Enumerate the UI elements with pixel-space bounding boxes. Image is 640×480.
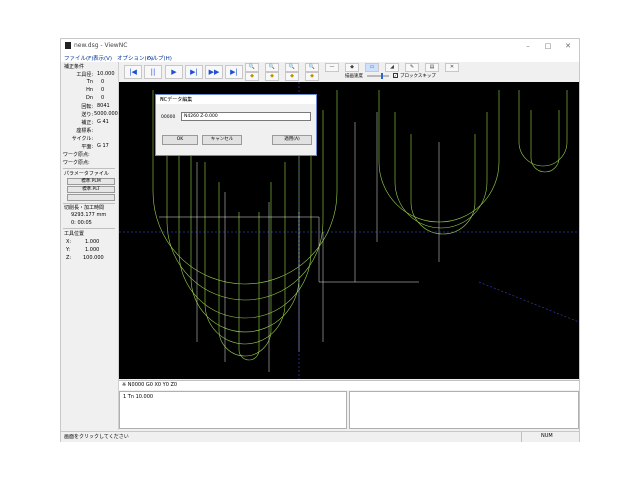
row-label: 座標系: [76, 128, 93, 134]
row-value: 0 [101, 95, 105, 101]
row-label: Dn [85, 95, 93, 101]
nc-list-pane[interactable]: 1 Tn 10.000 [119, 391, 347, 429]
zoom-area-icon[interactable]: 🔍 [305, 63, 319, 72]
solid-icon[interactable]: ◆ [345, 63, 359, 72]
snap-label: ブロックスキップ [400, 74, 436, 79]
tool-pos-title: 工具位置 [64, 231, 85, 237]
row-label: 補正: [81, 120, 93, 126]
ok-button[interactable]: OK [162, 135, 198, 145]
line-icon[interactable]: — [325, 63, 339, 72]
nc-line-bar: ※ N0000 G0 X0 Y0 Z0 [119, 380, 579, 390]
cut-time: 0: 00:05 [71, 220, 92, 226]
toolbar: |◀ || ▶ ▶| ▶▶ ▶| 🔍 🔍 🔍 🔍 — ◆ ▭ ◢ ✎ ▤ ✕ ◆… [119, 62, 579, 82]
info-panel: 補正条件 工具径: 10.000 Tn 0 Hn 0 Dn 0 回転: 8041… [61, 62, 119, 430]
zoom-in-icon[interactable]: 🔍 [245, 63, 259, 72]
apply-button[interactable]: 適用(A) [272, 135, 312, 145]
axis-label: Y: [66, 247, 71, 253]
row-label: 工具径: [76, 72, 93, 78]
axis-value: 1.000 [85, 239, 100, 245]
frame-icon[interactable]: ▭ [365, 63, 379, 72]
row-value: 5000.000 [94, 111, 118, 117]
menu-help[interactable]: ヘルプ(H) [147, 54, 172, 62]
skip-end-icon[interactable]: ▶| [225, 65, 243, 79]
cut-length: 9293.177 mm [71, 212, 107, 218]
dialog-close-button[interactable]: ✕ [160, 96, 313, 102]
view-top-icon[interactable]: ◆ [285, 72, 299, 81]
row-label: Tn [86, 79, 93, 85]
nc-line-text: ※ N0000 G0 X0 Y0 Z0 [122, 382, 178, 388]
param-title: パラメータファイル [64, 171, 109, 177]
snap-checkbox[interactable]: ✓ [393, 73, 398, 78]
view-side-icon[interactable]: ◆ [265, 72, 279, 81]
status-bar: 画面をクリックしてください NUM [61, 431, 579, 442]
row-label: 平面: [81, 144, 93, 150]
status-message: 画面をクリックしてください [64, 434, 129, 440]
row-label: サイクル: [71, 136, 93, 142]
pause-icon[interactable]: || [144, 65, 162, 79]
time-title: 切削長・加工時間 [64, 205, 105, 211]
view-front-icon[interactable]: ◆ [245, 72, 259, 81]
app-icon [65, 42, 71, 49]
cancel-button[interactable]: キャンセル [202, 135, 242, 145]
row-value: 10.000 [97, 71, 115, 77]
row-label: 送り: [81, 112, 93, 118]
speed-slider[interactable] [367, 73, 389, 79]
row-value: G 41 [97, 119, 109, 125]
nc-list-text: 1 Tn 10.000 [123, 394, 154, 400]
row-label: ワーク原点: [63, 152, 90, 158]
param-plm-button[interactable]: 標準.PLM [67, 178, 115, 185]
title-bar: new.dsg - ViewNC – □ ✕ [61, 39, 579, 53]
menu-file[interactable]: ファイル(F) [64, 54, 93, 62]
minimize-button[interactable]: – [519, 41, 537, 51]
row-value: G 17 [97, 143, 109, 149]
status-mode: NUM [541, 433, 553, 439]
toolpath-canvas[interactable]: NCデータ編集 ✕ 00000 N4260 Z-0.000 OK キャンセル 適… [119, 82, 579, 379]
menu-view[interactable]: 表示(V) [93, 54, 112, 62]
section-title: 補正条件 [64, 64, 85, 70]
menu-bar: ファイル(F) 表示(V) オプション(O) ヘルプ(H) [61, 53, 579, 62]
axis-value: 100.000 [83, 255, 104, 261]
speed-label: 描画速度 [345, 74, 363, 79]
speed-slider-thumb[interactable] [381, 73, 383, 79]
zoom-out-icon[interactable]: 🔍 [265, 63, 279, 72]
dialog-field-label: 00000 [161, 115, 176, 120]
axis-value: 1.000 [85, 247, 100, 253]
param-extra-button[interactable] [67, 194, 115, 201]
fast-forward-icon[interactable]: ▶▶ [205, 65, 223, 79]
maximize-button[interactable]: □ [539, 41, 557, 51]
dialog-title-bar: NCデータ編集 ✕ [156, 95, 316, 104]
param-plt-button[interactable]: 標準.PLT [67, 186, 115, 193]
window-title: new.dsg - ViewNC [74, 42, 128, 49]
nc-line-input[interactable]: N4260 Z-0.000 [181, 112, 311, 121]
section-icon[interactable]: ◢ [385, 63, 399, 72]
play-icon[interactable]: ▶ [165, 65, 183, 79]
row-value: 0 [101, 79, 105, 85]
clear-icon[interactable]: ✕ [445, 63, 459, 72]
message-pane[interactable] [349, 391, 579, 429]
row-label: ワーク原点: [63, 160, 90, 166]
step-icon[interactable]: ▶| [185, 65, 203, 79]
list-icon[interactable]: ▤ [425, 63, 439, 72]
nc-edit-dialog: NCデータ編集 ✕ 00000 N4260 Z-0.000 OK キャンセル 適… [155, 94, 317, 156]
view-iso-icon[interactable]: ◆ [305, 72, 319, 81]
row-label: 回転: [81, 104, 93, 110]
zoom-fit-icon[interactable]: 🔍 [285, 63, 299, 72]
axis-label: Z: [66, 255, 72, 261]
row-value: 0 [101, 87, 105, 93]
row-label: Hn [86, 87, 93, 93]
axis-label: X: [66, 239, 72, 245]
edit-icon[interactable]: ✎ [405, 63, 419, 72]
skip-start-icon[interactable]: |◀ [124, 65, 142, 79]
app-window: new.dsg - ViewNC – □ ✕ ファイル(F) 表示(V) オプシ… [60, 38, 580, 442]
close-button[interactable]: ✕ [559, 41, 577, 51]
row-value: 8041 [97, 103, 110, 109]
